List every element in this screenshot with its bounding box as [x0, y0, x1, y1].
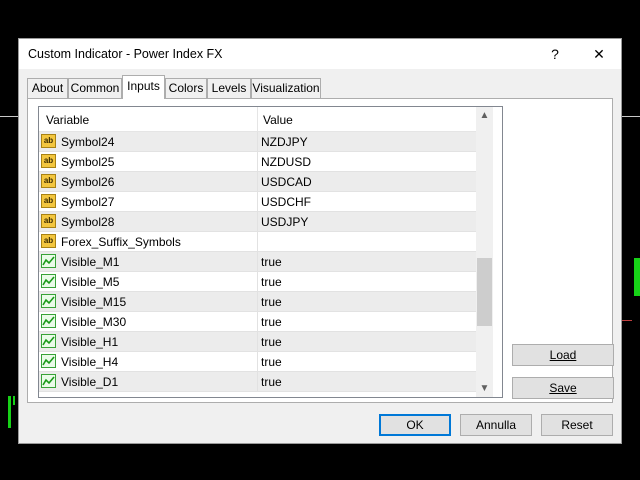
window-title: Custom Indicator - Power Index FX: [28, 47, 223, 61]
table-row[interactable]: Visible_H4 true: [39, 352, 476, 372]
cell-divider: [257, 152, 258, 172]
table-row[interactable]: ab Symbol27 USDCHF: [39, 192, 476, 212]
cell-divider: [257, 232, 258, 252]
save-button-label: Save: [549, 381, 577, 395]
chart-candle-right: [634, 258, 640, 296]
table-row[interactable]: ab Forex_Suffix_Symbols: [39, 232, 476, 252]
variable-cell: Visible_H4: [61, 355, 119, 369]
scroll-down-icon[interactable]: ▼: [476, 380, 493, 397]
table-row[interactable]: ab Symbol28 USDJPY: [39, 212, 476, 232]
chart-price-marker: [622, 320, 632, 321]
close-button[interactable]: ✕: [577, 39, 621, 69]
table-row[interactable]: Visible_D1 true: [39, 372, 476, 392]
table-row[interactable]: Visible_M1 true: [39, 252, 476, 272]
reset-button[interactable]: Reset: [541, 414, 613, 436]
value-cell[interactable]: NZDJPY: [261, 135, 308, 149]
variable-cell: Visible_H1: [61, 335, 119, 349]
variable-cell: Visible_M5: [61, 275, 120, 289]
cell-divider: [257, 312, 258, 332]
load-button[interactable]: Load: [512, 344, 614, 366]
title-bar: Custom Indicator - Power Index FX ? ✕: [19, 39, 621, 69]
variable-cell: Symbol25: [61, 155, 115, 169]
bool-param-icon: [41, 314, 56, 328]
scroll-thumb[interactable]: [477, 258, 492, 326]
variable-cell: Symbol27: [61, 195, 115, 209]
string-param-icon: ab: [41, 134, 56, 148]
string-param-icon: ab: [41, 214, 56, 228]
tab-inputs[interactable]: Inputs: [122, 75, 165, 99]
cell-divider: [257, 292, 258, 312]
variable-cell: Visible_M30: [61, 315, 127, 329]
value-cell[interactable]: true: [261, 255, 282, 269]
value-cell[interactable]: true: [261, 355, 282, 369]
variable-cell: Symbol24: [61, 135, 115, 149]
tab-levels[interactable]: Levels: [207, 78, 251, 98]
value-cell[interactable]: USDCAD: [261, 175, 312, 189]
table-row[interactable]: ab Symbol25 NZDUSD: [39, 152, 476, 172]
value-cell[interactable]: USDCHF: [261, 195, 311, 209]
cell-divider: [257, 372, 258, 392]
value-cell[interactable]: true: [261, 375, 282, 389]
variable-cell: Forex_Suffix_Symbols: [61, 235, 181, 249]
ok-button[interactable]: OK: [379, 414, 451, 436]
string-param-icon: ab: [41, 154, 56, 168]
grid-header: Variable Value: [39, 107, 476, 132]
cell-divider: [257, 172, 258, 192]
column-divider[interactable]: [257, 107, 258, 131]
cell-divider: [257, 332, 258, 352]
cell-divider: [257, 192, 258, 212]
load-button-label: Load: [549, 348, 577, 362]
variable-cell: Symbol26: [61, 175, 115, 189]
variable-cell: Visible_D1: [61, 375, 119, 389]
vertical-scrollbar[interactable]: ▲ ▼: [476, 107, 493, 397]
cell-divider: [257, 352, 258, 372]
value-cell[interactable]: true: [261, 335, 282, 349]
custom-indicator-dialog: Custom Indicator - Power Index FX ? ✕ Ab…: [18, 38, 622, 444]
table-row[interactable]: Visible_H1 true: [39, 332, 476, 352]
tab-visualization[interactable]: Visualization: [251, 78, 321, 98]
bool-param-icon: [41, 254, 56, 268]
cell-divider: [257, 132, 258, 152]
variable-cell: Visible_M1: [61, 255, 120, 269]
bool-param-icon: [41, 294, 56, 308]
value-cell[interactable]: true: [261, 295, 282, 309]
tab-common[interactable]: Common: [68, 78, 122, 98]
cell-divider: [257, 252, 258, 272]
inputs-panel: Variable Value ab Symbol24 NZDJPY ab Symbol2…: [27, 98, 614, 403]
table-row[interactable]: Visible_M5 true: [39, 272, 476, 292]
cell-divider: [257, 212, 258, 232]
value-cell[interactable]: USDJPY: [261, 215, 308, 229]
chart-horizontal-line-left: [0, 116, 18, 117]
chart-candle-left-wick: [13, 396, 15, 405]
tab-colors[interactable]: Colors: [165, 78, 207, 98]
scroll-up-icon[interactable]: ▲: [476, 107, 493, 124]
bool-param-icon: [41, 374, 56, 388]
table-row[interactable]: Visible_M30 true: [39, 312, 476, 332]
table-row[interactable]: ab Symbol26 USDCAD: [39, 172, 476, 192]
string-param-icon: ab: [41, 194, 56, 208]
bool-param-icon: [41, 274, 56, 288]
table-row[interactable]: ab Symbol24 NZDJPY: [39, 132, 476, 152]
chart-candle-left: [8, 396, 11, 428]
table-row[interactable]: Visible_M15 true: [39, 292, 476, 312]
save-button[interactable]: Save: [512, 377, 614, 399]
column-header-variable[interactable]: Variable: [46, 113, 89, 127]
bool-param-icon: [41, 354, 56, 368]
column-header-value[interactable]: Value: [263, 113, 293, 127]
cancel-button[interactable]: Annulla: [460, 414, 532, 436]
tab-about[interactable]: About: [27, 78, 68, 98]
bool-param-icon: [41, 334, 56, 348]
value-cell[interactable]: true: [261, 275, 282, 289]
help-button[interactable]: ?: [533, 39, 577, 69]
cell-divider: [257, 272, 258, 292]
value-cell[interactable]: true: [261, 315, 282, 329]
inputs-grid: Variable Value ab Symbol24 NZDJPY ab Symbol2…: [38, 106, 503, 398]
variable-cell: Visible_M15: [61, 295, 127, 309]
chart-horizontal-line-right: [622, 116, 640, 117]
value-cell[interactable]: NZDUSD: [261, 155, 311, 169]
variable-cell: Symbol28: [61, 215, 115, 229]
string-param-icon: ab: [41, 234, 56, 248]
string-param-icon: ab: [41, 174, 56, 188]
